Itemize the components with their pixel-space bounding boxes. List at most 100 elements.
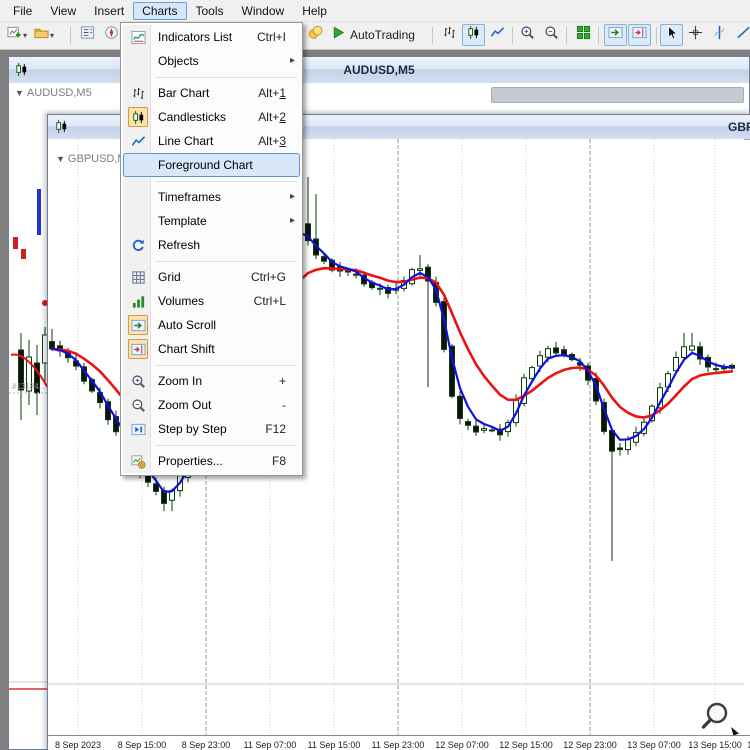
menu-item-shortcut: F8 [272,454,286,468]
zoom-out-button[interactable] [540,24,563,46]
menu-item-properties[interactable]: Properties...F8 [123,449,300,473]
autotrading-icon [331,25,346,45]
bar-chart-button[interactable] [438,24,461,46]
cursor-button[interactable] [660,24,683,46]
menu-item-grid[interactable]: GridCtrl+G [123,265,300,289]
market-watch-icon [80,25,95,45]
zoom-in-button[interactable] [516,24,539,46]
market-watch-button[interactable] [76,24,99,46]
menu-item-label: Step by Step [158,422,255,436]
menubar-item-help[interactable]: Help [293,2,336,20]
zoom-out-icon [128,395,148,415]
menubar-item-insert[interactable]: Insert [85,2,133,20]
menu-item-objects[interactable]: Objects ▸ [123,49,300,73]
time-axis-label: 12 Sep 07:00 [435,740,489,750]
menu-separator [123,361,300,369]
new-chart-button[interactable]: ▾ [4,24,30,46]
auto-scroll-button[interactable] [604,24,627,46]
vertical-line-button[interactable] [708,24,731,46]
time-axis-label: 12 Sep 15:00 [499,740,553,750]
metatrader-app: FileViewInsertChartsToolsWindowHelp ▾▾Au… [0,0,750,750]
menu-item-label: Template [158,214,286,228]
profiles-button[interactable]: ▾ [31,24,57,46]
time-axis-label: 8 Sep 23:00 [182,740,231,750]
menu-item-shortcut: Alt+2 [258,110,286,124]
dropdown-caret-icon[interactable]: ▾ [23,31,27,40]
toolbar: ▾▾AutoTrading [0,22,750,50]
indicators-list-icon [128,27,148,47]
audusd-symbol-label[interactable]: ▼AUDUSD,M5 [15,87,92,99]
menu-item-label: Volumes [158,294,244,308]
menu-item-timeframes[interactable]: Timeframes▸ [123,185,300,209]
menu-item-step-by-step[interactable]: Step by StepF12 [123,417,300,441]
menu-item-chart-shift[interactable]: Chart Shift [123,337,300,361]
menu-item-template[interactable]: Template▸ [123,209,300,233]
mdi-area: AUDUSD,M5 ▼AUDUSD,M5 #13184... GBPUSD,M1… [0,50,750,750]
chart-shift-button[interactable] [628,24,651,46]
menu-item-zoom-in[interactable]: Zoom In+ [123,369,300,393]
zoom-cursor-icon [698,698,744,744]
menu-item-refresh[interactable]: Refresh [123,233,300,257]
menu-item-line-chart[interactable]: Line Chart Alt+3 [123,129,300,153]
chart-shift-icon [128,339,148,359]
menubar-item-file[interactable]: File [4,2,41,20]
time-axis-label: 11 Sep 07:00 [244,740,297,750]
menubar: FileViewInsertChartsToolsWindowHelp [0,0,750,22]
menu-item-zoom-out[interactable]: Zoom Out- [123,393,300,417]
menu-item-auto-scroll[interactable]: Auto Scroll [123,313,300,337]
toolbar-group [516,24,563,46]
menu-item-label: Line Chart [158,134,248,148]
zoom-out-icon [544,25,559,45]
toolbar-group [572,24,595,46]
menubar-item-view[interactable]: View [41,2,85,20]
order-label: #13184... [12,382,45,391]
menu-item-label: Zoom Out [158,398,272,412]
new-order-icon [308,25,323,45]
candlesticks-button[interactable] [462,24,485,46]
collapse-triangle-icon: ▼ [56,154,65,164]
candlesticks-icon [128,107,148,127]
menu-separator [123,73,300,81]
menubar-item-tools[interactable]: Tools [187,2,233,20]
new-order-button[interactable] [304,24,327,46]
autotrading-button[interactable]: AutoTrading [328,24,418,46]
submenu-arrow-icon: ▸ [290,55,295,66]
menu-item-candlesticks[interactable]: CandlesticksAlt+2 [123,105,300,129]
toolbar-separator [566,27,567,44]
menu-item-bar-chart[interactable]: Bar ChartAlt+1 [123,81,300,105]
time-axis[interactable]: 8 Sep 20238 Sep 15:008 Sep 23:0011 Sep 0… [48,735,750,750]
menubar-item-charts[interactable]: Charts [133,2,186,20]
menu-item-label: Objects [158,54,286,68]
menubar-item-window[interactable]: Window [233,2,294,20]
menu-item-shortcut: Ctrl+I [257,30,286,44]
zoom-in-icon [520,25,535,45]
zoom-in-icon [128,371,148,391]
submenu-arrow-icon: ▸ [290,191,295,202]
menu-item-shortcut: + [279,374,286,388]
toolbar-group: ▾▾ [4,24,57,46]
time-axis-label: 12 Sep 23:00 [563,740,617,750]
menu-item-volumes[interactable]: Volumes Ctrl+L [123,289,300,313]
cursor-icon [664,25,679,45]
tile-windows-button[interactable] [572,24,595,46]
menu-item-shortcut: Alt+3 [258,134,286,148]
bar-chart-icon [128,83,148,103]
menu-item-foreground-chart[interactable]: Foreground Chart [123,153,300,177]
crosshair-button[interactable] [684,24,707,46]
line-chart-button[interactable] [486,24,509,46]
crosshair-icon [688,25,703,45]
horizontal-scrollbar[interactable] [491,87,744,103]
trendline-button[interactable] [732,24,750,46]
menu-separator [123,177,300,185]
line-chart-icon [128,131,148,151]
candlesticks-icon [466,25,481,45]
toolbar-group: AutoTrading [304,24,418,46]
gbpusd-window-title: GBPUSD,M15 [728,115,750,139]
menu-item-shortcut: Alt+1 [258,86,286,100]
toolbar-separator [656,27,657,44]
dropdown-caret-icon[interactable]: ▾ [50,31,54,40]
menu-item-shortcut: Ctrl+L [254,294,286,308]
menu-item-indicators-list[interactable]: Indicators ListCtrl+I [123,25,300,49]
toolbar-group [76,24,123,46]
vertical-line-icon [712,25,727,45]
